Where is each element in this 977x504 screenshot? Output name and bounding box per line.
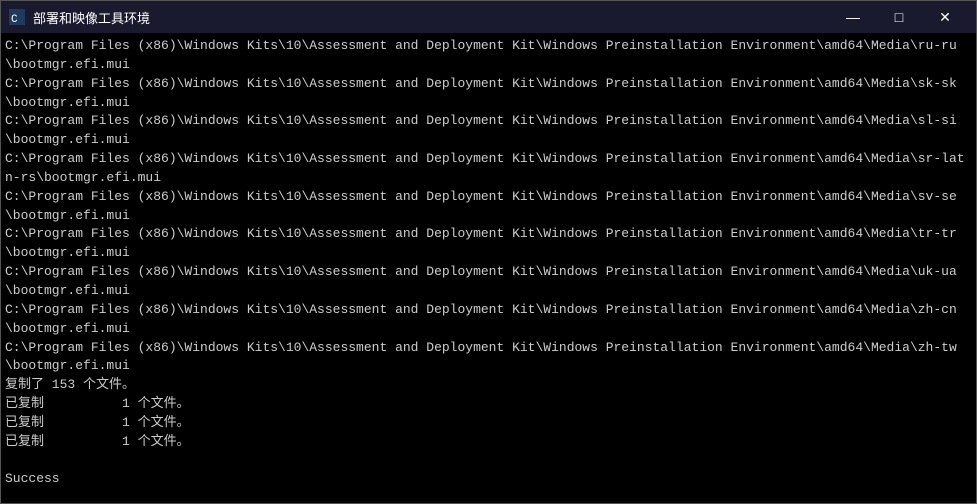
title-bar: C 部署和映像工具环境 — □ ✕ bbox=[1, 1, 976, 33]
window: C 部署和映像工具环境 — □ ✕ C:\Program Files (x86)… bbox=[0, 0, 977, 504]
window-controls: — □ ✕ bbox=[830, 1, 968, 33]
terminal-output: C:\Program Files (x86)\Windows Kits\10\A… bbox=[1, 33, 976, 503]
minimize-button[interactable]: — bbox=[830, 1, 876, 33]
window-title: 部署和映像工具环境 bbox=[33, 8, 830, 27]
maximize-button[interactable]: □ bbox=[876, 1, 922, 33]
close-button[interactable]: ✕ bbox=[922, 1, 968, 33]
app-icon: C bbox=[9, 9, 25, 25]
svg-text:C: C bbox=[11, 14, 18, 25]
